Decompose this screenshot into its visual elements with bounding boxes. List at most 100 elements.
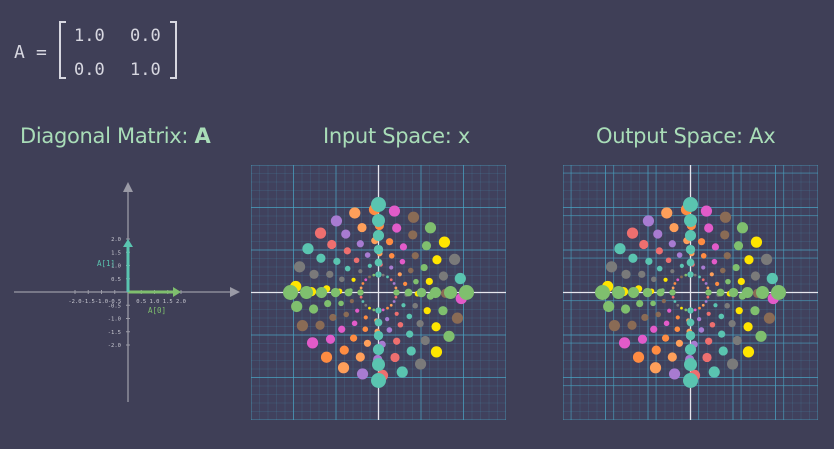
data-point [443, 330, 455, 342]
data-point [397, 321, 404, 328]
data-point [704, 300, 708, 303]
data-point [713, 303, 718, 308]
data-point [372, 308, 376, 312]
data-point [341, 229, 351, 239]
data-point [414, 358, 427, 370]
data-point [454, 272, 466, 285]
data-point [338, 325, 346, 333]
axis-point [756, 286, 769, 299]
data-point [386, 306, 389, 310]
data-point [680, 306, 683, 310]
axis-point [771, 285, 786, 300]
data-point [431, 322, 441, 332]
data-point [438, 236, 451, 248]
data-point [735, 307, 743, 315]
input-space-title: Input Space: x [323, 124, 471, 148]
data-point [661, 334, 670, 342]
data-point [324, 299, 332, 308]
x-tick-label: 1.0 [150, 299, 160, 305]
data-point [364, 278, 368, 282]
data-point [355, 308, 360, 313]
axis-point [374, 318, 383, 327]
data-point [368, 306, 371, 310]
data-point [693, 308, 697, 312]
data-point [697, 317, 702, 322]
data-point [416, 320, 424, 328]
axis-point [612, 286, 625, 299]
axis-point [687, 271, 694, 278]
data-point [760, 253, 773, 265]
input-space-plot [251, 165, 506, 420]
diagonal-matrix-title: Diagonal Matrix: A [20, 124, 211, 148]
data-point [390, 352, 400, 363]
data-point [338, 300, 344, 307]
data-point [733, 241, 744, 251]
data-point [408, 230, 418, 240]
axis-point [685, 330, 696, 341]
axis-point [687, 307, 694, 314]
data-point [424, 222, 437, 234]
data-point [381, 273, 385, 277]
data-point [676, 252, 683, 258]
axis-point [669, 289, 676, 296]
matrix-equals: = [36, 42, 47, 63]
data-point [676, 278, 680, 282]
data-point [358, 269, 363, 274]
data-point [718, 330, 726, 338]
data-point [327, 239, 337, 250]
data-point [709, 272, 714, 277]
data-point [715, 281, 720, 286]
axis-point [444, 286, 457, 299]
data-point [353, 257, 360, 264]
data-point [651, 345, 661, 355]
x-tick-label: 1.5 [163, 299, 173, 305]
data-point [684, 273, 688, 277]
data-point [386, 327, 393, 333]
data-point [671, 286, 675, 290]
data-point [407, 211, 420, 223]
data-point [356, 240, 364, 248]
data-point [711, 258, 718, 265]
data-point [393, 337, 401, 345]
data-point [406, 346, 416, 356]
data-point [763, 312, 776, 324]
axis-point [371, 373, 386, 388]
axis-point [683, 197, 698, 212]
data-point [361, 282, 365, 285]
data-point [339, 345, 349, 355]
axis-point [728, 287, 739, 298]
data-point [362, 326, 369, 332]
data-point [351, 277, 356, 282]
data-point [706, 295, 710, 299]
data-point [637, 334, 648, 344]
data-point [737, 277, 745, 286]
data-point [698, 306, 701, 310]
data-point [618, 337, 631, 349]
axis-point [716, 288, 725, 297]
data-point [693, 273, 697, 277]
data-point [723, 252, 731, 260]
axis-point [705, 289, 712, 296]
data-point [325, 334, 336, 344]
data-point [432, 255, 442, 265]
axis-point [315, 286, 328, 299]
output-space-title: Output Space: Ax [596, 124, 776, 148]
data-point [302, 243, 314, 255]
basis-vector-a0-arrowhead [173, 287, 181, 297]
x-tick-label: -1.0 [95, 299, 108, 305]
matrix-cell-00: 1.0 [74, 26, 105, 46]
data-point [701, 265, 706, 270]
data-point [406, 330, 414, 338]
data-point [349, 299, 354, 304]
axis-point [642, 287, 653, 298]
data-point [399, 258, 406, 265]
data-point [700, 253, 707, 259]
data-point [653, 229, 663, 239]
data-point [397, 272, 402, 277]
data-point [392, 282, 396, 285]
axis-point [375, 271, 382, 278]
data-point [406, 313, 413, 320]
data-point [639, 239, 649, 250]
data-point [663, 320, 670, 327]
axis-point [429, 286, 442, 299]
